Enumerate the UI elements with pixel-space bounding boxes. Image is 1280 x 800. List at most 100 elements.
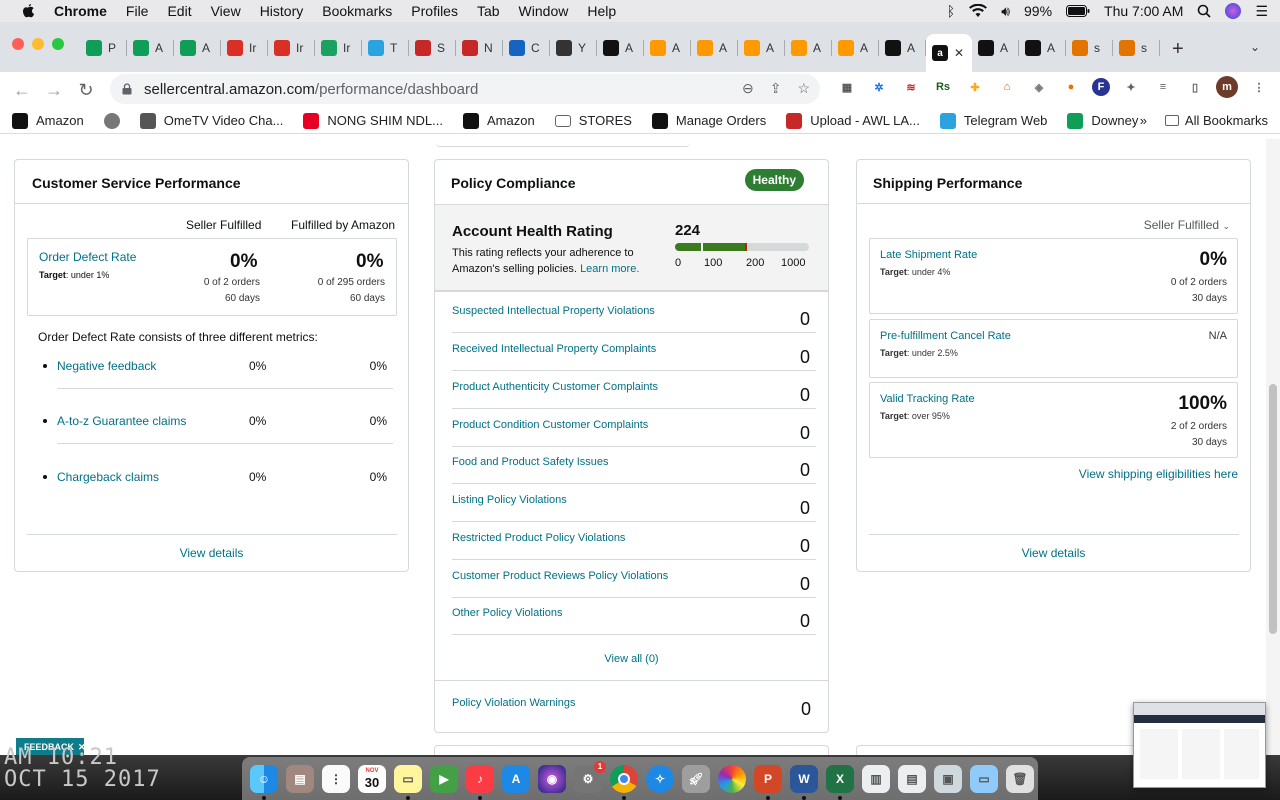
order-defect-rate-link[interactable]: Order Defect Rate — [39, 250, 136, 264]
policy-violation-link[interactable]: Customer Product Reviews Policy Violatio… — [452, 570, 668, 582]
zoom-icon[interactable]: ⊖ — [742, 80, 754, 97]
extension-stripe-icon[interactable]: ≋ — [900, 76, 922, 98]
extension-cube-icon[interactable]: ◈ — [1028, 76, 1050, 98]
trash-icon[interactable]: 🗑︎ — [1006, 764, 1034, 793]
menu-tab[interactable]: Tab — [477, 3, 500, 19]
policy-violation-link[interactable]: Listing Policy Violations — [452, 494, 567, 506]
system-preferences-icon[interactable]: ⚙ 1 — [574, 760, 606, 793]
menu-history[interactable]: History — [260, 3, 304, 19]
close-window-button[interactable] — [12, 38, 24, 50]
browser-tab[interactable]: A — [1019, 34, 1066, 62]
screenshot-preview-thumbnail[interactable] — [1133, 702, 1266, 788]
extension-rs-icon[interactable]: Rs — [932, 76, 954, 98]
reload-button[interactable]: ↻ — [70, 80, 102, 101]
extension-off-icon[interactable]: ▦ — [836, 76, 858, 98]
browser-tab[interactable]: C — [503, 34, 550, 62]
menu-edit[interactable]: Edit — [167, 3, 191, 19]
menu-window[interactable]: Window — [519, 3, 569, 19]
fulfillment-selector[interactable]: Seller Fulfilled ⌄ — [1144, 218, 1230, 232]
close-tab-icon[interactable]: ✕ — [954, 46, 964, 60]
address-bar[interactable]: sellercentral.amazon.com/performance/das… — [110, 74, 820, 104]
extension-blue-icon[interactable]: ✲ — [868, 76, 890, 98]
notes-book-icon[interactable]: ▤ — [286, 764, 314, 793]
menu-file[interactable]: File — [126, 3, 149, 19]
late-shipment-rate-link[interactable]: Late Shipment Rate — [880, 249, 977, 261]
volume-icon[interactable]: 🔊︎ — [1001, 3, 1010, 20]
policy-violation-link[interactable]: Restricted Product Policy Violations — [452, 532, 625, 544]
browser-tab[interactable]: A — [879, 34, 926, 62]
extension-home-icon[interactable]: ⌂ — [996, 76, 1018, 98]
policy-violation-warnings-link[interactable]: Policy Violation Warnings — [452, 697, 576, 709]
browser-tab[interactable]: s — [1113, 34, 1160, 62]
policy-violation-link[interactable]: Product Authenticity Customer Complaints — [452, 381, 658, 393]
word-icon[interactable]: W — [790, 764, 818, 800]
menu-app-name[interactable]: Chrome — [54, 3, 107, 19]
zoom-window-button[interactable] — [52, 38, 64, 50]
extension-orange-circle-icon[interactable]: ● — [1060, 76, 1082, 98]
policy-violation-link[interactable]: Other Policy Violations — [452, 607, 562, 619]
bookmark-item[interactable]: Manage Orders — [651, 112, 766, 129]
browser-tab[interactable]: A — [644, 34, 691, 62]
back-button[interactable]: ← — [6, 80, 38, 101]
menubar-clock[interactable]: Thu 7:00 AM — [1104, 3, 1183, 19]
browser-tab[interactable]: A — [972, 34, 1019, 62]
share-icon[interactable]: ⇪ — [770, 80, 782, 97]
safari-icon[interactable]: ✧ — [646, 764, 674, 793]
bookmark-item[interactable]: NONG SHIM NDL... — [303, 112, 443, 129]
notes-icon[interactable]: ▭ — [394, 764, 422, 800]
menu-profiles[interactable]: Profiles — [411, 3, 458, 19]
pre-fulfillment-cancel-rate-link[interactable]: Pre-fulfillment Cancel Rate — [880, 330, 1011, 342]
view-details-link[interactable]: View details — [857, 546, 1250, 560]
document-stack-icon[interactable]: ▥ — [862, 764, 890, 793]
browser-tab[interactable]: N — [456, 34, 503, 62]
page-scrollbar[interactable] — [1266, 139, 1280, 755]
finder-icon[interactable]: ☺ — [250, 764, 278, 800]
browser-tab[interactable]: A — [785, 34, 832, 62]
side-panel-icon[interactable]: ▯ — [1184, 76, 1206, 98]
view-details-link[interactable]: View details — [15, 546, 408, 560]
extensions-puzzle-icon[interactable]: ✦ — [1120, 76, 1142, 98]
lock-icon[interactable] — [122, 83, 132, 95]
bookmark-item[interactable]: Amazon — [463, 112, 535, 129]
reminders-icon[interactable]: ⋮ — [322, 764, 350, 793]
screenshot-stack-icon[interactable]: ▣ — [934, 764, 962, 793]
battery-icon[interactable] — [1066, 5, 1090, 17]
browser-tab[interactable]: S — [409, 34, 456, 62]
view-all-link[interactable]: View all (0) — [435, 653, 828, 665]
bluetooth-icon[interactable]: ᛒ — [947, 3, 955, 19]
browser-tab[interactable]: A — [691, 34, 738, 62]
shipping-eligibilities-link[interactable]: View shipping eligibilities here — [1079, 467, 1238, 481]
browser-tab[interactable]: Y — [550, 34, 597, 62]
bookmark-item[interactable]: Amazon — [12, 112, 84, 129]
extension-plus-icon[interactable]: ✚ — [964, 76, 986, 98]
menu-help[interactable]: Help — [587, 3, 616, 19]
excel-icon[interactable]: X — [826, 764, 854, 800]
bookmark-item[interactable]: STORES — [554, 113, 632, 128]
extension-f-icon[interactable]: F — [1092, 78, 1110, 96]
negative-feedback-link[interactable]: Negative feedback — [57, 359, 156, 373]
chargeback-claims-link[interactable]: Chargeback claims — [57, 470, 159, 484]
valid-tracking-rate-link[interactable]: Valid Tracking Rate — [880, 393, 975, 405]
all-bookmarks-button[interactable]: All Bookmarks — [1164, 113, 1268, 128]
browser-tab[interactable]: T — [362, 34, 409, 62]
app-store-icon[interactable]: A — [502, 764, 530, 793]
policy-violation-link[interactable]: Product Condition Customer Complaints — [452, 419, 648, 431]
media-queue-icon[interactable]: ≡ — [1152, 76, 1174, 98]
tab-search-chevron-icon[interactable]: ⌄ — [1250, 40, 1260, 54]
document-stack-icon[interactable]: ▤ — [898, 764, 926, 793]
browser-tab[interactable]: A — [127, 34, 174, 62]
browser-tab[interactable]: P — [80, 34, 127, 62]
browser-tab[interactable]: Ir — [268, 34, 315, 62]
bookmark-item[interactable] — [103, 112, 120, 129]
bookmarks-overflow-button[interactable]: » — [1140, 113, 1147, 128]
browser-tab[interactable]: A — [174, 34, 221, 62]
apple-icon[interactable] — [20, 3, 36, 19]
browser-tab[interactable]: A — [832, 34, 879, 62]
siri-app-icon[interactable]: ◉ — [538, 764, 566, 793]
bookmark-item[interactable]: OmeTV Video Cha... — [139, 112, 283, 129]
siri-icon[interactable] — [1225, 3, 1242, 19]
learn-more-link[interactable]: Learn more. — [580, 263, 639, 275]
control-center-icon[interactable]: ☰ — [1255, 3, 1268, 20]
menu-view[interactable]: View — [211, 3, 241, 19]
powerpoint-icon[interactable]: P — [754, 764, 782, 800]
